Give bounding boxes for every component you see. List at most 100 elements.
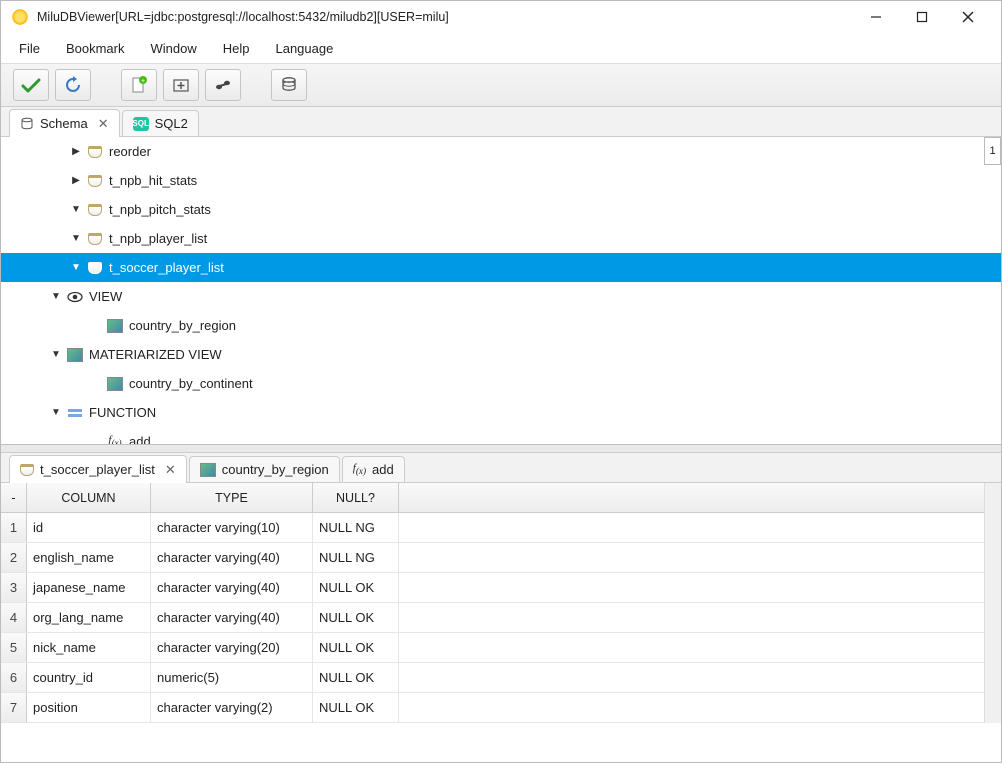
table-icon [87, 144, 103, 160]
table-row[interactable]: 2english_namecharacter varying(40)NULL N… [1, 543, 1001, 573]
tree-node-country-by-region[interactable]: country_by_region [1, 311, 1001, 340]
menu-file[interactable]: File [19, 41, 40, 56]
sql-icon: SQL [133, 117, 149, 131]
cell-column: japanese_name [27, 573, 151, 602]
tree-node-materiarized-view[interactable]: ▼ MATERIARIZED VIEW [1, 340, 1001, 369]
new-document-button[interactable]: + [121, 69, 157, 101]
new-tab-button[interactable] [163, 69, 199, 101]
table-row[interactable]: 5nick_namecharacter varying(20)NULL OK [1, 633, 1001, 663]
cell-null: NULL OK [313, 603, 399, 632]
table-icon [87, 231, 103, 247]
menu-language[interactable]: Language [275, 41, 333, 56]
upper-tabbar: Schema ✕ SQL SQL2 [1, 107, 1001, 137]
header-column[interactable]: COLUMN [27, 483, 151, 512]
toolbar: + [1, 63, 1001, 107]
cell-type: character varying(40) [151, 573, 313, 602]
expand-icon[interactable]: ▶ [71, 146, 81, 157]
tree-node-t-npb-player-list[interactable]: ▼t_npb_player_list [1, 224, 1001, 253]
tree-node-view[interactable]: ▼ VIEW [1, 282, 1001, 311]
tree-node-label: MATERIARIZED VIEW [89, 347, 222, 362]
header-index[interactable]: - [1, 483, 27, 512]
minimize-button[interactable] [853, 2, 899, 32]
splitter[interactable] [1, 445, 1001, 453]
table-icon [87, 173, 103, 189]
table-icon [20, 464, 34, 476]
row-index: 4 [1, 603, 27, 632]
vertical-scrollbar[interactable] [984, 483, 1001, 723]
row-index: 1 [1, 513, 27, 542]
close-icon[interactable]: ✕ [98, 116, 109, 132]
cell-type: character varying(10) [151, 513, 313, 542]
cell-type: numeric(5) [151, 663, 313, 692]
detail-tab-country-by-region[interactable]: country_by_region [189, 456, 340, 482]
svg-text:+: + [141, 78, 145, 85]
maximize-button[interactable] [899, 2, 945, 32]
tab-label: country_by_region [222, 462, 329, 477]
tree-node-label: country_by_region [129, 318, 236, 333]
window-title: MiluDBViewer[URL=jdbc:postgresql://local… [37, 10, 853, 24]
tree-node-label: VIEW [89, 289, 122, 304]
detail-tab-add[interactable]: f(x) add [342, 456, 405, 482]
column-grid: - COLUMN TYPE NULL? 1idcharacter varying… [1, 483, 1001, 723]
function-icon: f(x) [353, 462, 366, 476]
tree-node-country-by-continent[interactable]: country_by_continent [1, 369, 1001, 398]
cell-column: nick_name [27, 633, 151, 662]
tree-node-t-soccer-player-list[interactable]: ▼t_soccer_player_list [1, 253, 1001, 282]
table-icon [87, 202, 103, 218]
table-row[interactable]: 7positioncharacter varying(2)NULL OK [1, 693, 1001, 723]
table-row[interactable]: 3japanese_namecharacter varying(40)NULL … [1, 573, 1001, 603]
collapse-icon[interactable]: ▼ [51, 407, 61, 418]
tree-node-label: add [129, 434, 151, 445]
tree-node-add[interactable]: f(x) add [1, 427, 1001, 445]
menu-window[interactable]: Window [150, 41, 196, 56]
header-rest [399, 483, 1001, 512]
tree-node-t-npb-pitch-stats[interactable]: ▼t_npb_pitch_stats [1, 195, 1001, 224]
menu-bookmark[interactable]: Bookmark [66, 41, 125, 56]
detail-tab-t-soccer-player-list[interactable]: t_soccer_player_list ✕ [9, 455, 187, 483]
tree-node-function[interactable]: ▼FUNCTION [1, 398, 1001, 427]
picture-icon [200, 463, 216, 477]
collapse-icon[interactable]: ▼ [71, 204, 81, 215]
cell-column: english_name [27, 543, 151, 572]
row-index: 5 [1, 633, 27, 662]
expand-icon[interactable]: ▶ [71, 175, 81, 186]
cell-null: NULL OK [313, 633, 399, 662]
database-button[interactable] [271, 69, 307, 101]
close-icon[interactable]: ✕ [165, 462, 176, 478]
table-row[interactable]: 6country_idnumeric(5)NULL OK [1, 663, 1001, 693]
tab-sql2[interactable]: SQL SQL2 [122, 110, 199, 136]
table-row[interactable]: 1idcharacter varying(10)NULL NG [1, 513, 1001, 543]
header-type[interactable]: TYPE [151, 483, 313, 512]
tab-label: t_soccer_player_list [40, 462, 155, 477]
cell-null: NULL OK [313, 693, 399, 722]
tree-node-t-npb-hit-stats[interactable]: ▶t_npb_hit_stats [1, 166, 1001, 195]
close-button[interactable] [945, 2, 991, 32]
collapse-icon[interactable]: ▼ [71, 233, 81, 244]
schema-tree[interactable]: ▶reorder▶t_npb_hit_stats▼t_npb_pitch_sta… [1, 137, 1001, 445]
function-icon: f(x) [107, 434, 123, 446]
cell-empty [399, 513, 1001, 542]
execute-button[interactable] [13, 69, 49, 101]
table-icon [87, 260, 103, 276]
tree-node-label: country_by_continent [129, 376, 253, 391]
table-row[interactable]: 4org_lang_namecharacter varying(40)NULL … [1, 603, 1001, 633]
cell-type: character varying(2) [151, 693, 313, 722]
row-index: 7 [1, 693, 27, 722]
scroll-indicator[interactable]: 1 [984, 137, 1001, 165]
collapse-icon[interactable]: ▼ [71, 262, 81, 273]
cell-empty [399, 663, 1001, 692]
collapse-icon[interactable]: ▼ [51, 291, 61, 302]
cell-empty [399, 603, 1001, 632]
collapse-icon[interactable]: ▼ [51, 349, 61, 360]
cell-column: position [27, 693, 151, 722]
menu-help[interactable]: Help [223, 41, 250, 56]
refresh-button[interactable] [55, 69, 91, 101]
header-null[interactable]: NULL? [313, 483, 399, 512]
row-index: 2 [1, 543, 27, 572]
grid-header: - COLUMN TYPE NULL? [1, 483, 1001, 513]
cell-column: org_lang_name [27, 603, 151, 632]
connect-button[interactable] [205, 69, 241, 101]
function-group-icon [67, 405, 83, 421]
tree-node-reorder[interactable]: ▶reorder [1, 137, 1001, 166]
tab-schema[interactable]: Schema ✕ [9, 109, 120, 137]
